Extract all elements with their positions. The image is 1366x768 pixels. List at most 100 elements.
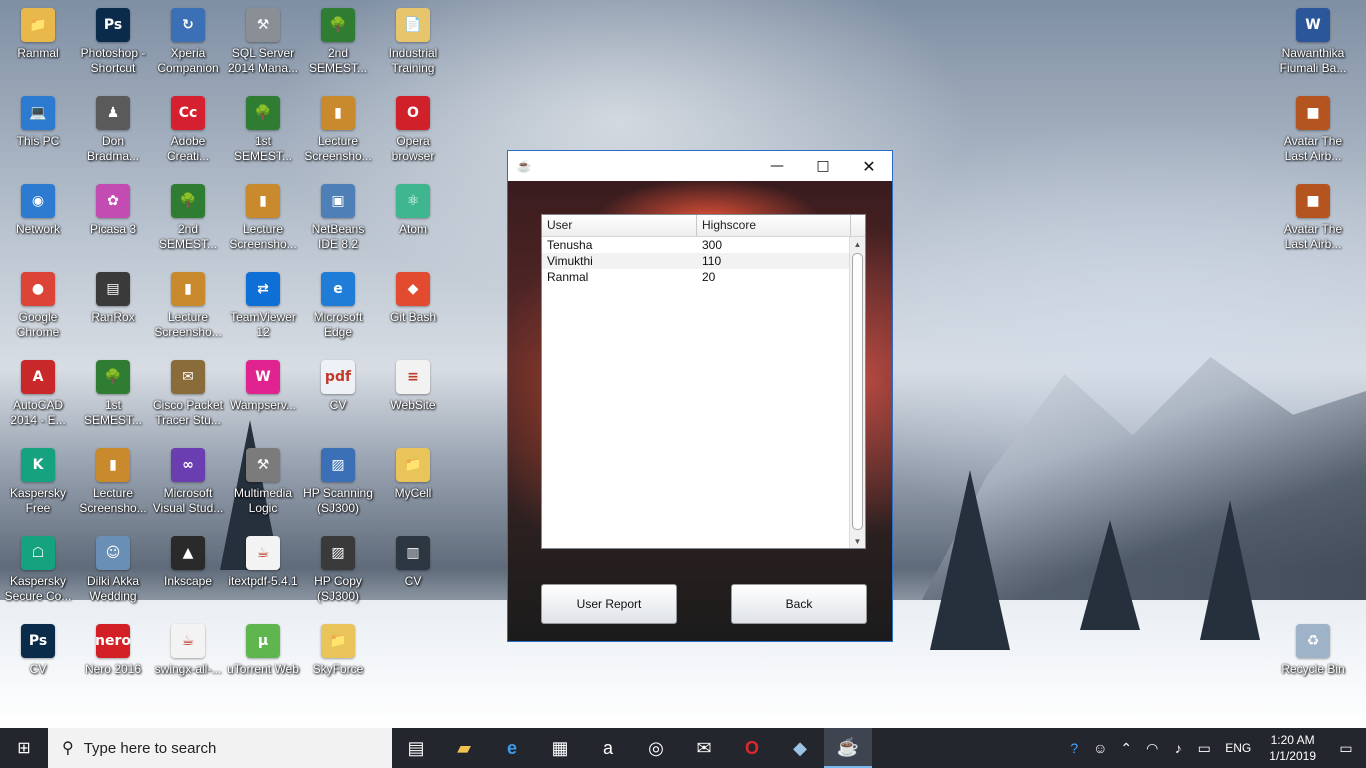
desktop-icon[interactable]: ■ Avatar The Last Airb... bbox=[1275, 96, 1351, 164]
back-button[interactable]: Back bbox=[731, 584, 867, 624]
pine-tree bbox=[930, 470, 1010, 650]
close-button[interactable]: ✕ bbox=[846, 151, 892, 181]
desktop-icon[interactable]: ⇄ TeamViewer 12 bbox=[225, 272, 301, 340]
desktop-icon[interactable]: 📁 MyCell bbox=[375, 448, 451, 501]
desktop-icon[interactable]: ▣ NetBeans IDE 8.2 bbox=[300, 184, 376, 252]
desktop-icon[interactable]: 📁 SkyForce bbox=[300, 624, 376, 677]
amazon-icon[interactable]: a bbox=[584, 728, 632, 768]
desktop-icon[interactable]: ▲ Inkscape bbox=[150, 536, 226, 589]
app-icon: 📄 bbox=[396, 8, 430, 42]
desktop-icon[interactable]: ♻ Recycle Bin bbox=[1275, 624, 1351, 677]
desktop-icon[interactable]: ■ Avatar The Last Airb... bbox=[1275, 184, 1351, 252]
desktop-icon[interactable]: O Opera browser bbox=[375, 96, 451, 164]
desktop-icon[interactable]: ✿ Picasa 3 bbox=[75, 184, 151, 237]
desktop-icon[interactable]: 💻 This PC bbox=[0, 96, 76, 149]
windows-start-icon[interactable]: ⊞ bbox=[0, 728, 48, 768]
people-icon[interactable]: ☺ bbox=[1087, 728, 1113, 768]
desktop-icon[interactable]: ▮ Lecture Screensho... bbox=[75, 448, 151, 516]
user-report-button[interactable]: User Report bbox=[541, 584, 677, 624]
desktop-icon[interactable]: ▥ CV bbox=[375, 536, 451, 589]
desktop-icon[interactable]: ☖ Kaspersky Secure Co... bbox=[0, 536, 76, 604]
chevron-up-icon[interactable]: ⌃ bbox=[1113, 728, 1139, 768]
scroll-up-icon[interactable]: ▲ bbox=[850, 237, 865, 251]
desktop-icon[interactable]: ∞ Microsoft Visual Stud... bbox=[150, 448, 226, 516]
help-icon[interactable]: ? bbox=[1061, 728, 1087, 768]
desktop-icon[interactable]: ☕ itextpdf-5.4.1 bbox=[225, 536, 301, 589]
netbeans-icon[interactable]: ◆ bbox=[776, 728, 824, 768]
desktop-icon[interactable]: ▮ Lecture Screensho... bbox=[225, 184, 301, 252]
file-explorer-icon[interactable]: ▰ bbox=[440, 728, 488, 768]
wifi-icon[interactable]: ◠ bbox=[1139, 728, 1165, 768]
scroll-down-icon[interactable]: ▼ bbox=[850, 534, 865, 548]
desktop-icon[interactable]: ⚒ Multimedia Logic bbox=[225, 448, 301, 516]
maximize-button[interactable]: □ bbox=[800, 151, 846, 181]
desktop-icon[interactable]: nero Nero 2016 bbox=[75, 624, 151, 677]
desktop-icon[interactable]: ♟ Don Bradma... bbox=[75, 96, 151, 164]
desktop-icon[interactable]: Ps Photoshop - Shortcut bbox=[75, 8, 151, 76]
taskbar-clock[interactable]: 1:20 AM 1/1/2019 bbox=[1259, 732, 1326, 764]
desktop-icon-label: TeamViewer 12 bbox=[230, 310, 296, 339]
table-row[interactable]: Ranmal 20 bbox=[542, 269, 851, 285]
desktop-icon[interactable]: ◆ Git Bash bbox=[375, 272, 451, 325]
desktop-icon[interactable]: ▮ Lecture Screensho... bbox=[150, 272, 226, 340]
desktop-icon[interactable]: Cc Adobe Creati... bbox=[150, 96, 226, 164]
opera-icon[interactable]: O bbox=[728, 728, 776, 768]
task-view-icon[interactable]: ▤ bbox=[392, 728, 440, 768]
battery-icon[interactable]: ▭ bbox=[1191, 728, 1217, 768]
desktop-icon[interactable]: e Microsoft Edge bbox=[300, 272, 376, 340]
minimize-button[interactable]: — bbox=[754, 151, 800, 181]
taskbar-search[interactable]: ⚲ Type here to search bbox=[48, 728, 392, 768]
tripadvisor-icon[interactable]: ◎ bbox=[632, 728, 680, 768]
desktop-icon-label: Inkscape bbox=[163, 574, 213, 588]
column-header-user[interactable]: User bbox=[542, 215, 697, 236]
store-icon[interactable]: ▦ bbox=[536, 728, 584, 768]
desktop-icon[interactable]: ▮ Lecture Screensho... bbox=[300, 96, 376, 164]
desktop-icon[interactable]: K Kaspersky Free bbox=[0, 448, 76, 516]
desktop-icon[interactable]: 📄 Industrial Training bbox=[375, 8, 451, 76]
desktop-icon[interactable]: ☺ Dilki Akka Wedding bbox=[75, 536, 151, 604]
table-row[interactable]: Vimukthi 110 bbox=[542, 253, 851, 269]
desktop-icon[interactable]: ▨ HP Scanning (SJ300) bbox=[300, 448, 376, 516]
app-icon: ≡ bbox=[396, 360, 430, 394]
desktop-icon-label: Recycle Bin bbox=[1281, 662, 1345, 676]
java-app-icon[interactable]: ☕ bbox=[824, 728, 872, 768]
desktop-icon[interactable]: 🌳 2nd SEMEST... bbox=[150, 184, 226, 252]
mail-icon[interactable]: ✉ bbox=[680, 728, 728, 768]
desktop-icon[interactable]: ↻ Xperia Companion bbox=[150, 8, 226, 76]
desktop-icon[interactable]: ⚒ SQL Server 2014 Mana... bbox=[225, 8, 301, 76]
column-header-highscore[interactable]: Highscore bbox=[697, 215, 851, 236]
app-icon: ■ bbox=[1296, 96, 1330, 130]
desktop-icon[interactable]: ● Google Chrome bbox=[0, 272, 76, 340]
vertical-scrollbar[interactable]: ▲ ▼ bbox=[849, 237, 865, 548]
desktop-icon[interactable]: Ps CV bbox=[0, 624, 76, 677]
desktop-icon[interactable]: 🌳 1st SEMEST... bbox=[225, 96, 301, 164]
desktop-icon[interactable]: W Wampserv... bbox=[225, 360, 301, 413]
desktop-icon[interactable]: ⚛ Atom bbox=[375, 184, 451, 237]
desktop-icon[interactable]: ◉ Network bbox=[0, 184, 76, 237]
desktop-icon[interactable]: A AutoCAD 2014 - E... bbox=[0, 360, 76, 428]
desktop-icon[interactable]: µ uTorrent Web bbox=[225, 624, 301, 677]
app-icon: O bbox=[396, 96, 430, 130]
desktop-icon[interactable]: pdf CV bbox=[300, 360, 376, 413]
header-corner bbox=[851, 215, 865, 236]
desktop-icon[interactable]: W Nawanthika Fiumali Ba... bbox=[1275, 8, 1351, 76]
desktop-icon[interactable]: ▨ HP Copy (SJ300) bbox=[300, 536, 376, 604]
desktop-icon-label: Lecture Screensho... bbox=[229, 222, 297, 251]
desktop-icon-label: RanRox bbox=[91, 310, 135, 324]
window-titlebar[interactable]: ☕ — □ ✕ bbox=[508, 151, 892, 181]
desktop-icon[interactable]: ✉ Cisco Packet Tracer Stu... bbox=[150, 360, 226, 428]
desktop-icon[interactable]: 🌳 2nd SEMEST... bbox=[300, 8, 376, 76]
input-language[interactable]: ENG bbox=[1217, 741, 1259, 755]
desktop-icon[interactable]: ☕ swingx-all-... bbox=[150, 624, 226, 677]
volume-icon[interactable]: ♪ bbox=[1165, 728, 1191, 768]
edge-icon[interactable]: e bbox=[488, 728, 536, 768]
notifications-icon[interactable]: ▭ bbox=[1326, 728, 1366, 768]
app-icon: ● bbox=[21, 272, 55, 306]
scroll-thumb[interactable] bbox=[852, 253, 863, 530]
desktop-icon[interactable]: ▤ RanRox bbox=[75, 272, 151, 325]
desktop-icon[interactable]: ≡ WebSite bbox=[375, 360, 451, 413]
desktop-icon[interactable]: 📁 Ranmal bbox=[0, 8, 76, 61]
app-icon: ▮ bbox=[321, 96, 355, 130]
desktop-icon[interactable]: 🌳 1st SEMEST... bbox=[75, 360, 151, 428]
table-row[interactable]: Tenusha 300 bbox=[542, 237, 851, 253]
